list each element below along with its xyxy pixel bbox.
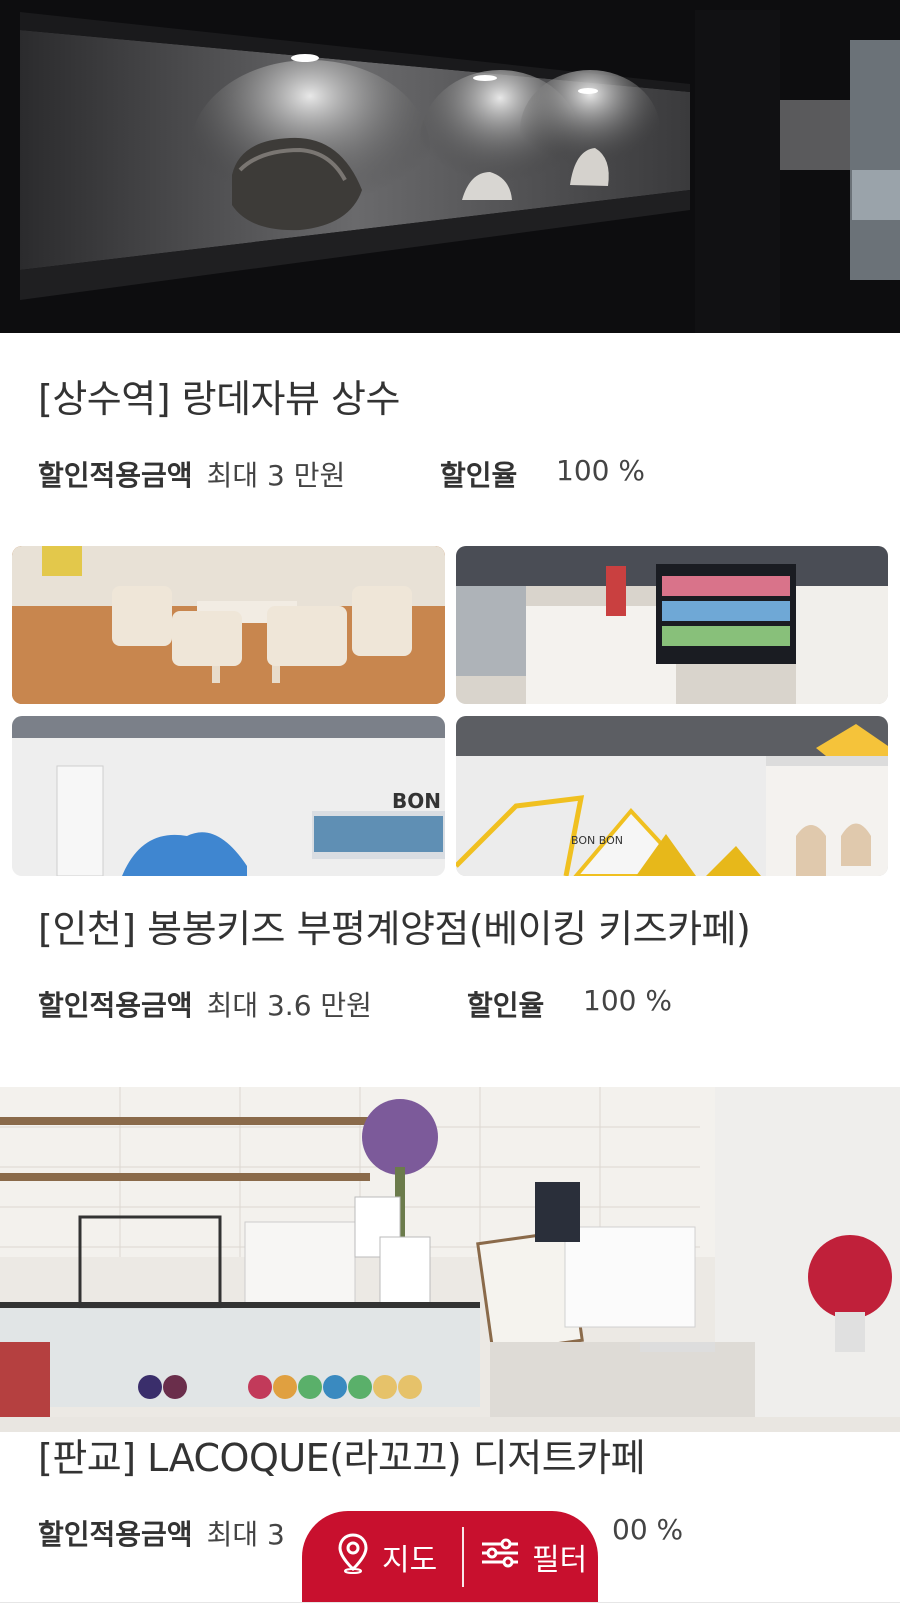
sign-text: BON BON [571, 834, 623, 847]
discount-info: 할인적용금액 최대 3 만원 할인율 100 % [38, 454, 645, 494]
filter-button[interactable]: 필터 [480, 1511, 587, 1602]
listing-title[interactable]: [인천] 봉봉키즈 부평계양점(베이킹 키즈카페) [38, 898, 751, 953]
listing-photo[interactable] [0, 1087, 900, 1432]
gallery-photo [0, 0, 900, 333]
discount-amount-value: 최대 3.6 만원 [206, 989, 372, 1022]
sliders-icon [480, 1536, 520, 1578]
location-pin-icon [336, 1532, 370, 1582]
listing-photo[interactable]: BON [12, 716, 445, 876]
map-button-label: 지도 [382, 1542, 438, 1578]
filter-button-label: 필터 [532, 1542, 588, 1578]
listing-title[interactable]: [상수역] 랑데자뷰 상수 [38, 368, 400, 423]
kids-cafe-wall-photo: BON [12, 716, 445, 876]
button-divider [462, 1526, 464, 1587]
discount-info: 할인적용금액 최대 3.6 만원 할인율 100 % [38, 984, 672, 1024]
dessert-cafe-photo [0, 1087, 900, 1417]
map-button[interactable]: 지도 [302, 1511, 446, 1602]
discount-rate-value: 00 % [612, 1513, 684, 1546]
floating-action-bar: 지도 필터 [302, 1511, 598, 1602]
listing-photo[interactable] [456, 546, 888, 704]
discount-amount-label: 할인적용금액 [38, 459, 193, 492]
discount-amount-label: 할인적용금액 [38, 989, 193, 1022]
sign-text: BON [392, 789, 441, 813]
listing-title[interactable]: [판교] LACOQUE(라꼬끄) 디저트카페 [38, 1427, 646, 1482]
listing-photo[interactable] [0, 0, 900, 333]
discount-amount-label: 할인적용금액 [38, 1518, 193, 1551]
discount-rate-label: 할인율 [467, 989, 545, 1022]
discount-rate-value: 100 % [556, 454, 645, 487]
discount-info: 할인적용금액 최대 3 00 % [38, 1513, 683, 1553]
kids-cafe-playroom-photo: BON BON [456, 716, 888, 876]
cafe-counter-photo [456, 546, 888, 704]
discount-amount-value: 최대 3 만원 [206, 459, 346, 492]
discount-rate-label: 할인율 [440, 459, 518, 492]
discount-rate-value: 100 % [583, 984, 672, 1017]
listing-card[interactable]: [상수역] 랑데자뷰 상수 할인적용금액 최대 3 만원 할인율 100 % [0, 0, 900, 531]
listing-card[interactable]: BON BON BON [인천] 봉봉키즈 부평계양점(베이킹 키즈카페) 할인… [0, 530, 900, 1074]
discount-amount-value: 최대 3 [206, 1518, 285, 1551]
listing-photo[interactable]: BON BON [456, 716, 888, 876]
listing-photo[interactable] [12, 546, 445, 704]
cafe-interior-photo [12, 546, 445, 704]
